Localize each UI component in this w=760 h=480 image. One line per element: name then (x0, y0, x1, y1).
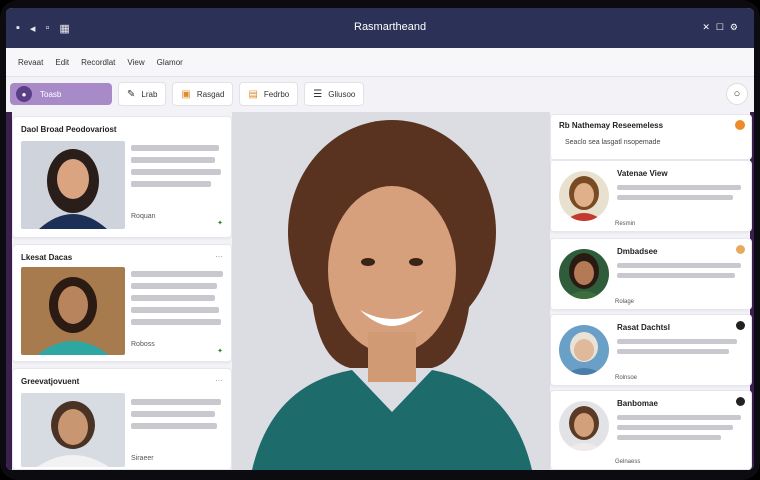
more-icon[interactable] (736, 397, 745, 406)
chip-label-4: Gliusoo (328, 89, 356, 99)
text-line (131, 157, 215, 163)
toolbar: ● Toasb ✎ Lrab ▣ Rasgad ▤ Fedrbo ☰ Glius… (6, 78, 754, 110)
menu-item-5[interactable]: Glamor (157, 58, 183, 67)
menu-item-3[interactable]: Recordlat (81, 58, 115, 67)
text-line (131, 181, 211, 187)
text-line (131, 169, 221, 175)
card-title: Lkesat Dacas (21, 253, 73, 262)
search-icon[interactable]: ○ (726, 83, 748, 105)
text-line (131, 411, 215, 417)
device-frame: ▪ ◂ ▫ ▦ Rasmartheand ✕☐⚙ Revaat Edit Rec… (0, 0, 760, 480)
more-icon[interactable] (736, 245, 745, 254)
profile-card-2[interactable]: Lkesat Dacas ⋯ Roboss ✦ (12, 244, 232, 362)
status-icon: ✦ (217, 348, 223, 355)
contact-footer: Rolnsoe (615, 375, 638, 381)
profile-photo (21, 393, 125, 467)
primary-tab[interactable]: ● Toasb (10, 83, 112, 105)
primary-tab-label: Toasb (40, 89, 62, 99)
notification-icon[interactable] (735, 120, 745, 130)
contact-name: Rasat Dachtsl (617, 323, 670, 332)
profile-photo (21, 141, 125, 229)
card-title: Greevatjovuent (21, 377, 80, 386)
contact-footer: Resmin (615, 221, 636, 227)
toolbar-chip-4[interactable]: ☰ Gliusoo (304, 82, 365, 106)
avatar (559, 249, 609, 299)
doc-icon: ☰ (313, 88, 323, 100)
avatar (559, 401, 609, 451)
text-line (617, 273, 735, 278)
profile-icon: ● (16, 86, 32, 102)
toolbar-chip-1[interactable]: ✎ Lrab (118, 82, 167, 106)
card-footer: Roboss (131, 341, 155, 348)
text-line (617, 349, 729, 354)
more-icon[interactable] (736, 321, 745, 330)
card-title: Daol Broad Peodovariost (21, 125, 117, 134)
app-bar: ▪ ◂ ▫ ▦ Rasmartheand ✕☐⚙ (6, 8, 754, 48)
featured-photo (232, 112, 550, 470)
more-icon[interactable]: ⋯ (215, 252, 223, 261)
menu-item-1[interactable]: Revaat (18, 58, 43, 67)
menu-item-4[interactable]: View (127, 58, 144, 67)
text-line (617, 425, 733, 430)
chip-label-3: Fedrbo (263, 89, 290, 99)
text-line (617, 435, 721, 440)
image-icon: ▤ (248, 88, 258, 100)
status-icon: ✦ (217, 220, 223, 227)
menu-bar: Revaat Edit Recordlat View Glamor (6, 48, 754, 77)
contact-name: Banbomae (617, 399, 658, 408)
panel-subtitle: Seaclo sea lasgatl nsopemade (565, 139, 661, 146)
text-line (131, 423, 217, 429)
chip-label-2: Rasgad (196, 89, 225, 99)
text-line (617, 415, 741, 420)
tab-icon[interactable]: ▫ (45, 22, 49, 34)
profile-card-3[interactable]: Greevatjovuent ⋯ Siraeer (12, 368, 232, 470)
avatar (559, 325, 609, 375)
profile-card-1[interactable]: Daol Broad Peodovariost Roquan ✦ (12, 116, 232, 238)
contact-name: Dmbadsee (617, 247, 658, 256)
avatar (559, 171, 609, 221)
text-line (131, 307, 219, 313)
contact-card-3[interactable]: Rasat Dachtsl Rolnsoe (550, 314, 752, 386)
menu-item-2[interactable]: Edit (55, 58, 69, 67)
text-line (131, 319, 221, 325)
contact-card-4[interactable]: Banbomae Gelnaess (550, 390, 752, 470)
app-title: Rasmartheand (354, 21, 427, 33)
text-line (131, 283, 217, 289)
text-line (617, 263, 741, 268)
pen-icon: ✎ (127, 88, 136, 100)
text-line (131, 399, 221, 405)
window-controls[interactable]: ✕☐⚙ (702, 22, 744, 33)
profile-photo (21, 267, 125, 355)
panel-title: Rb Nathemay Reseemeless (559, 121, 664, 130)
card-footer: Roquan (131, 213, 156, 220)
contact-footer: Gelnaess (615, 459, 641, 465)
text-line (131, 145, 219, 151)
toolbar-chip-3[interactable]: ▤ Fedrbo (239, 82, 299, 106)
contact-name: Vatenae View (617, 169, 668, 178)
text-line (131, 271, 223, 277)
card-footer: Siraeer (131, 455, 154, 462)
text-line (617, 185, 741, 190)
toolbar-chip-2[interactable]: ▣ Rasgad (172, 82, 234, 106)
menu-icon[interactable]: ▪ (16, 22, 20, 34)
contact-card-1[interactable]: Vatenae View Resmin (550, 160, 752, 232)
right-panel-header: Rb Nathemay Reseemeless Seaclo sea lasga… (550, 114, 752, 160)
text-line (617, 339, 737, 344)
chip-label-1: Lrab (141, 89, 158, 99)
more-icon[interactable]: ⋯ (215, 376, 223, 385)
app-screen: ▪ ◂ ▫ ▦ Rasmartheand ✕☐⚙ Revaat Edit Rec… (6, 8, 754, 470)
back-icon[interactable]: ◂ (30, 22, 36, 35)
contact-footer: Rolage (615, 299, 635, 305)
text-line (617, 195, 733, 200)
text-line (131, 295, 215, 301)
grid-icon[interactable]: ▦ (59, 22, 69, 35)
chat-icon: ▣ (181, 88, 191, 100)
contact-card-2[interactable]: Dmbadsee Rolage (550, 238, 752, 310)
